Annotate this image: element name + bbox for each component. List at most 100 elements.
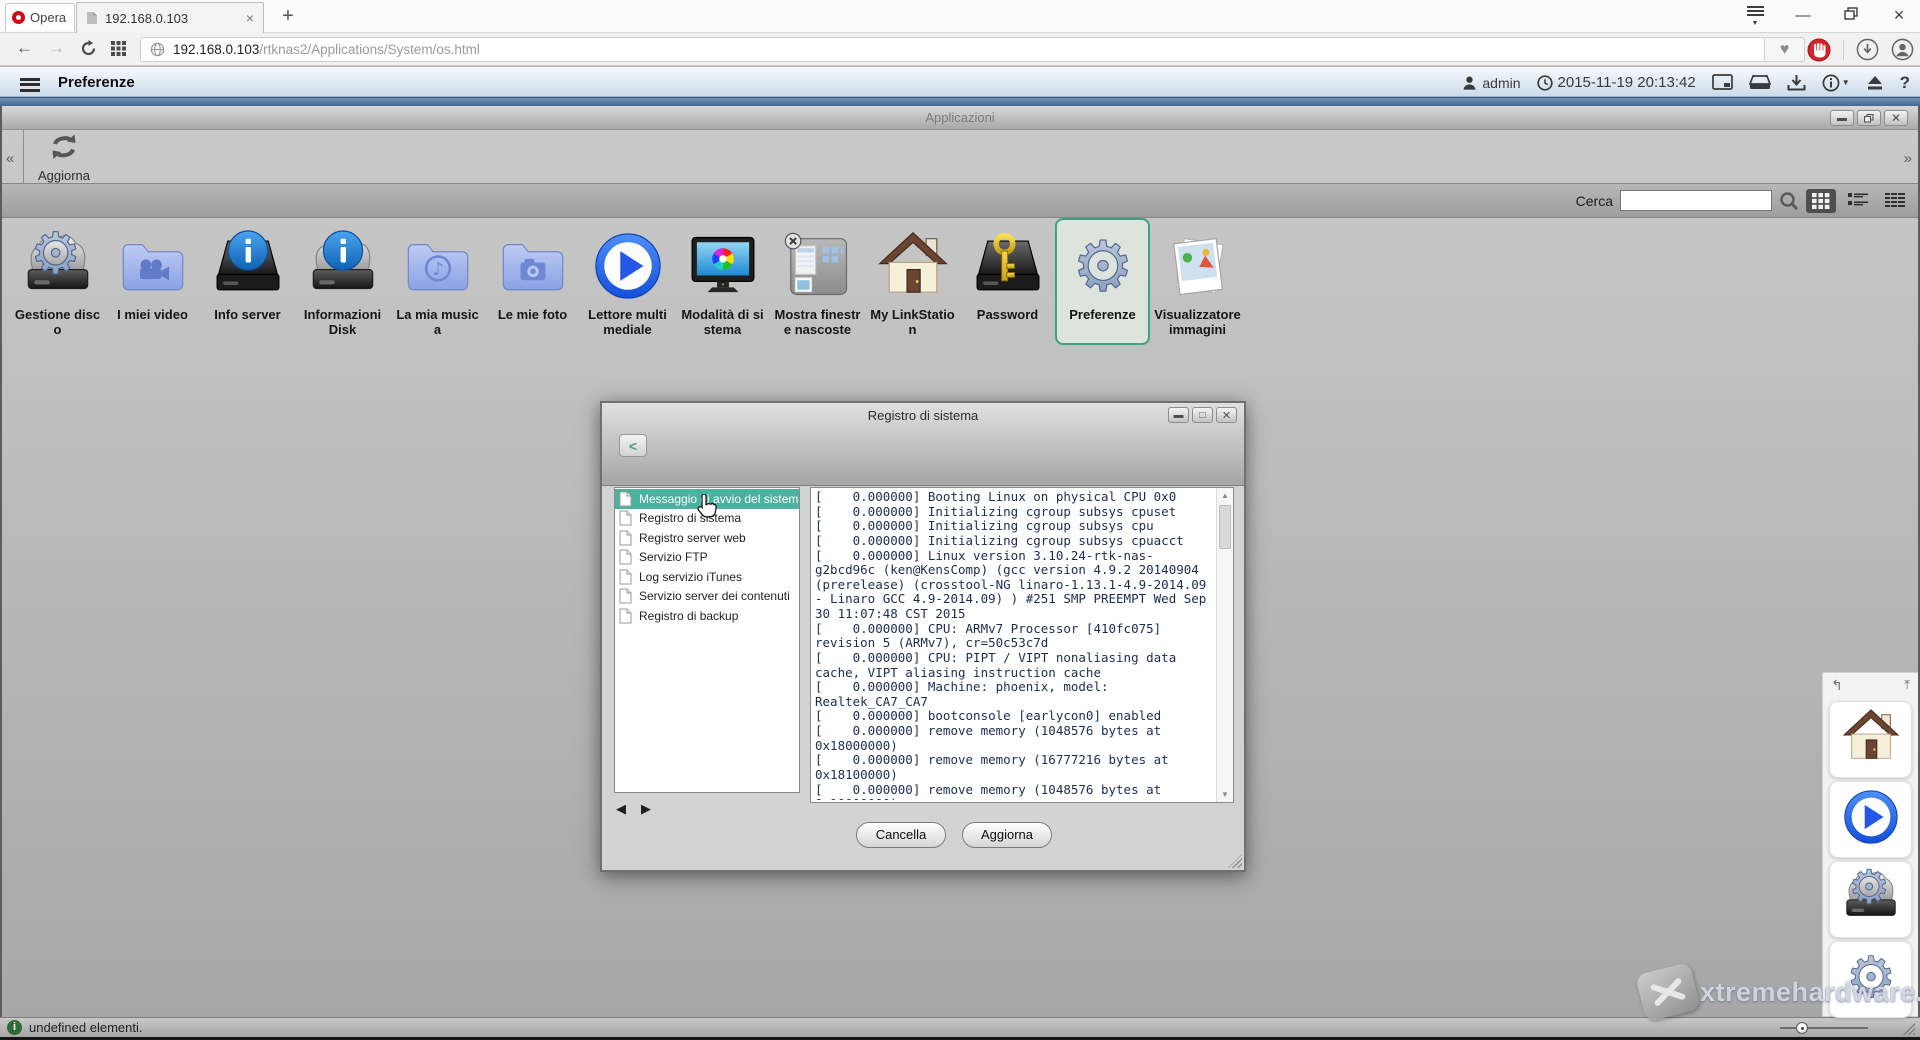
drive-tray-icon[interactable] [1749, 74, 1771, 91]
app-icon-la-mia-musica[interactable]: ♪La mia musica [390, 218, 485, 345]
browser-window-controls: ▼ — × [1744, 4, 1910, 26]
scroll-up-icon[interactable]: ▲ [1217, 488, 1233, 503]
dialog-close-button[interactable]: ✕ [1216, 407, 1237, 423]
close-button[interactable]: ✕ [1884, 110, 1908, 126]
collapse-right-chevron[interactable]: » [1904, 150, 1912, 167]
view-list-button[interactable] [1843, 189, 1873, 213]
user-indicator[interactable]: admin [1462, 75, 1520, 91]
dock-tile-preferences[interactable]: ⚙ [1829, 941, 1912, 1018]
app-icon-my-linkstation[interactable]: My LinkStation [865, 218, 960, 345]
log-category-item[interactable]: Registro di sistema [615, 509, 799, 529]
log-line: [ 0.000000] bootconsole [earlycon0] enab… [815, 709, 1213, 724]
app-icons-grid: ⚙Gestione discoI miei videoInfo serverIn… [10, 218, 1245, 345]
eject-icon[interactable] [1866, 75, 1884, 91]
window-resize-grip[interactable] [1900, 1020, 1915, 1035]
restore-button[interactable] [1857, 110, 1881, 126]
info-dropdown[interactable]: ▼ [1822, 74, 1850, 92]
log-line: [ 0.000000] Linux version 3.10.24-rtk-na… [815, 549, 1213, 622]
help-icon[interactable]: ? [1900, 73, 1910, 93]
app-icon-password[interactable]: Password [960, 218, 1055, 345]
document-icon [619, 608, 632, 624]
dialog-minimize-button[interactable]: ▬ [1168, 407, 1189, 423]
play-icon [590, 228, 666, 304]
server-info-icon [210, 228, 286, 304]
tab-close-icon[interactable]: × [246, 11, 254, 25]
dialog-title: Registro di sistema [602, 403, 1244, 423]
refresh-label: Aggiorna [28, 168, 100, 183]
app-icon-modalit-di-sistema[interactable]: Modalità di sistema [675, 218, 770, 345]
log-category-label: Messaggio di avvio del sistema [639, 492, 799, 506]
dialog-maximize-button[interactable]: □ [1192, 407, 1213, 423]
browser-minimize-button[interactable]: — [1792, 7, 1814, 24]
dialog-resize-grip[interactable] [1228, 854, 1242, 868]
app-icon-info-server[interactable]: Info server [200, 218, 295, 345]
browser-restore-button[interactable] [1840, 7, 1862, 24]
log-scrollbar[interactable]: ▲ ▼ [1216, 488, 1233, 802]
scroll-down-icon[interactable]: ▼ [1217, 787, 1233, 802]
dock-undo-icon[interactable]: ↰ [1831, 677, 1843, 694]
forward-icon[interactable]: → [48, 38, 65, 58]
zoom-slider-knob[interactable] [1796, 1022, 1808, 1034]
minimize-button[interactable]: ▬ [1830, 110, 1854, 126]
app-icon-mostra-finestre-nascoste[interactable]: Mostra finestre nascoste [770, 218, 865, 345]
browser-menu-icon[interactable]: ▼ [1744, 4, 1766, 26]
scroll-right-icon[interactable]: ▶ [641, 801, 651, 817]
opera-menu-button[interactable]: Opera [5, 3, 75, 31]
app-icon-preferenze[interactable]: ⚙Preferenze [1055, 218, 1150, 345]
search-input[interactable] [1620, 190, 1772, 211]
drive-gear-icon: ⚙ [20, 228, 96, 304]
new-tab-button[interactable]: + [276, 5, 300, 28]
applications-title: Applicazioni [2, 106, 1918, 129]
log-line: [ 0.000000] Machine: phoenix, model: Rea… [815, 680, 1213, 709]
app-icon-gestione-disco[interactable]: ⚙Gestione disco [10, 218, 105, 345]
back-icon[interactable]: ← [16, 38, 33, 58]
remote-window-icon[interactable] [1712, 74, 1733, 91]
log-line: [ 0.000000] remove memory (16777216 byte… [815, 753, 1213, 782]
app-label: Le mie foto [489, 307, 577, 327]
app-icon-le-mie-foto[interactable]: Le mie foto [485, 218, 580, 345]
view-details-button[interactable] [1880, 189, 1910, 213]
browser-close-button[interactable]: × [1888, 5, 1910, 26]
cancel-button[interactable]: Cancella [856, 822, 946, 848]
nas-menu-icon[interactable] [20, 75, 40, 94]
refresh-button[interactable]: Aggiorna [962, 822, 1052, 848]
log-text[interactable]: [ 0.000000] Booting Linux on physical CP… [815, 490, 1213, 800]
collapse-left-chevron[interactable]: « [6, 150, 14, 167]
dock-tile-my-linkstation[interactable] [1829, 701, 1912, 778]
download-icon[interactable] [1787, 74, 1806, 92]
log-category-item[interactable]: Servizio FTP [615, 548, 799, 568]
log-category-item[interactable]: Registro server web [615, 528, 799, 548]
url-field[interactable]: 192.168.0.103/rtknas2/Applications/Syste… [140, 37, 1765, 62]
downloads-icon[interactable] [1856, 38, 1879, 61]
zoom-slider[interactable] [1780, 1027, 1868, 1029]
profile-icon[interactable] [1891, 38, 1914, 61]
log-category-item[interactable]: Registro di backup [615, 606, 799, 626]
log-category-item[interactable]: Log servizio iTunes [615, 567, 799, 587]
dock-tile-media-player[interactable] [1829, 781, 1912, 858]
scrollbar-thumb[interactable] [1219, 505, 1231, 549]
dialog-titlebar[interactable]: Registro di sistema ▬ □ ✕ < [602, 403, 1244, 486]
log-line: [ 0.000000] CPU: ARMv7 Processor [410fc0… [815, 622, 1213, 651]
app-icon-lettore-multimediale[interactable]: Lettore multimediale [580, 218, 675, 345]
app-icon-informazioni-disk[interactable]: Informazioni Disk [295, 218, 390, 345]
speed-dial-icon[interactable] [111, 41, 126, 61]
reload-icon[interactable] [80, 40, 97, 62]
search-icon[interactable] [1779, 191, 1799, 211]
dialog-back-button[interactable]: < [619, 434, 647, 457]
log-category-item[interactable]: Servizio server dei contenuti [615, 587, 799, 607]
app-icon-visualizzatore-immagini[interactable]: Visualizzatore immagini [1150, 218, 1245, 345]
dock-pin-icon[interactable]: ⤒ [1904, 677, 1910, 693]
bookmark-heart-icon[interactable]: ♥ [1765, 37, 1805, 62]
browser-tab[interactable]: 192.168.0.103 × [76, 2, 264, 33]
app-label: Modalità di sistema [679, 307, 767, 343]
dock-tile-disk-management[interactable]: ⚙ [1829, 861, 1912, 938]
photos-icon [1160, 228, 1236, 304]
refresh-tool-button[interactable]: Aggiorna [28, 132, 100, 183]
view-grid-button[interactable] [1806, 189, 1836, 213]
adblock-badge-icon[interactable] [1807, 38, 1831, 62]
applications-titlebar[interactable]: Applicazioni ▬ ✕ [2, 106, 1918, 130]
app-icon-i-miei-video[interactable]: I miei video [105, 218, 200, 345]
scroll-left-icon[interactable]: ◀ [616, 801, 626, 817]
shortcut-dock: ↰ ⤒ ⚙⚙ [1822, 672, 1918, 1017]
log-category-item[interactable]: Messaggio di avvio del sistema [615, 489, 799, 509]
